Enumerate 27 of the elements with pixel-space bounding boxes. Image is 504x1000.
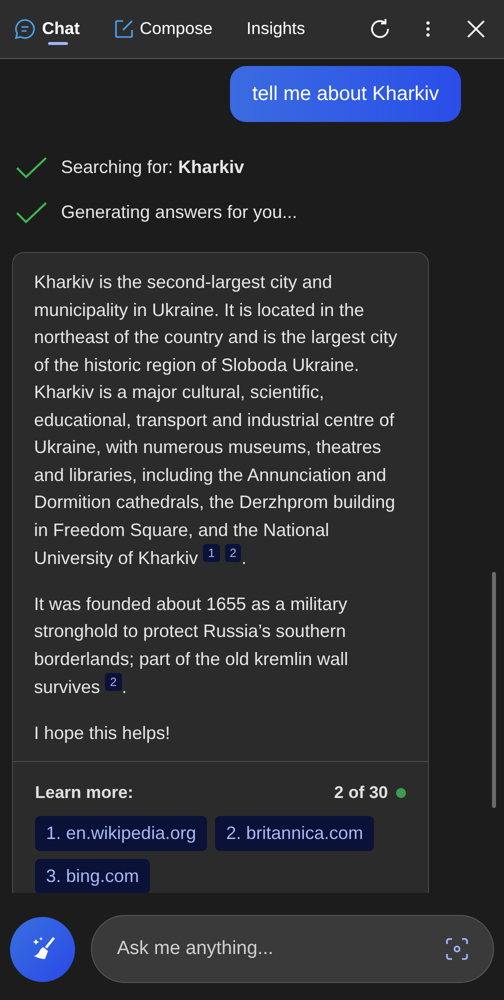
answer-paragraph: It was founded about 1655 as a military stronghold to protect Russia’s southern borderlands; part of the old kremlin wall survives $^{2}$ . (34, 592, 350, 699)
user-message: tell me about Kharkiv (230, 66, 461, 122)
compose-icon (114, 19, 134, 39)
refresh-icon (368, 17, 392, 41)
source-link[interactable]: 1. en.wikipedia.org (35, 816, 208, 850)
ask-input-field[interactable]: Ask me anything... (117, 934, 446, 964)
close-icon (467, 20, 485, 38)
chat-icon (14, 18, 36, 40)
citation-link[interactable]: 2 (105, 673, 122, 691)
answer-paragraph: I hope this helps! (34, 722, 172, 745)
source-link[interactable]: 2. britannica.com (215, 816, 374, 850)
citation-link[interactable]: 2 (224, 544, 242, 562)
status-text: Generating answers for you... (61, 201, 298, 224)
scrollbar[interactable] (492, 572, 496, 808)
tab[interactable]: Compose (108, 0, 219, 58)
answer-paragraph: Kharkiv is the second-largest city and municipality in Ukraine. It is located in the northeast of the country and is the largest city of the historic region of Sloboda Ukraine. Kharkiv is a major cultural, scientific, educational, transport and industrial centre of Ukraine, with numerous museums, theatres and libraries, including the Annunciation and Dormition cathedrals, the Derzhprom building in Freedom Square, and the National University of Kharkiv $^{1}$ $^{2}$ . (34, 271, 398, 570)
citation-link[interactable]: 1 (203, 544, 220, 562)
more-options-icon (426, 21, 430, 37)
camera-icon[interactable] (446, 938, 468, 960)
learn-more-label: Learn more: (35, 782, 134, 804)
source-link[interactable]: 3. bing.com (35, 858, 150, 893)
tab[interactable]: Insights (240, 0, 312, 58)
refresh-button[interactable] (368, 17, 392, 41)
status-text: Searching for: Kharkiv (61, 156, 244, 179)
ask-input-box[interactable]: Ask me anything... (91, 915, 494, 983)
source-count: 2 of 30 (334, 782, 388, 804)
tab[interactable]: Chat (8, 0, 86, 58)
